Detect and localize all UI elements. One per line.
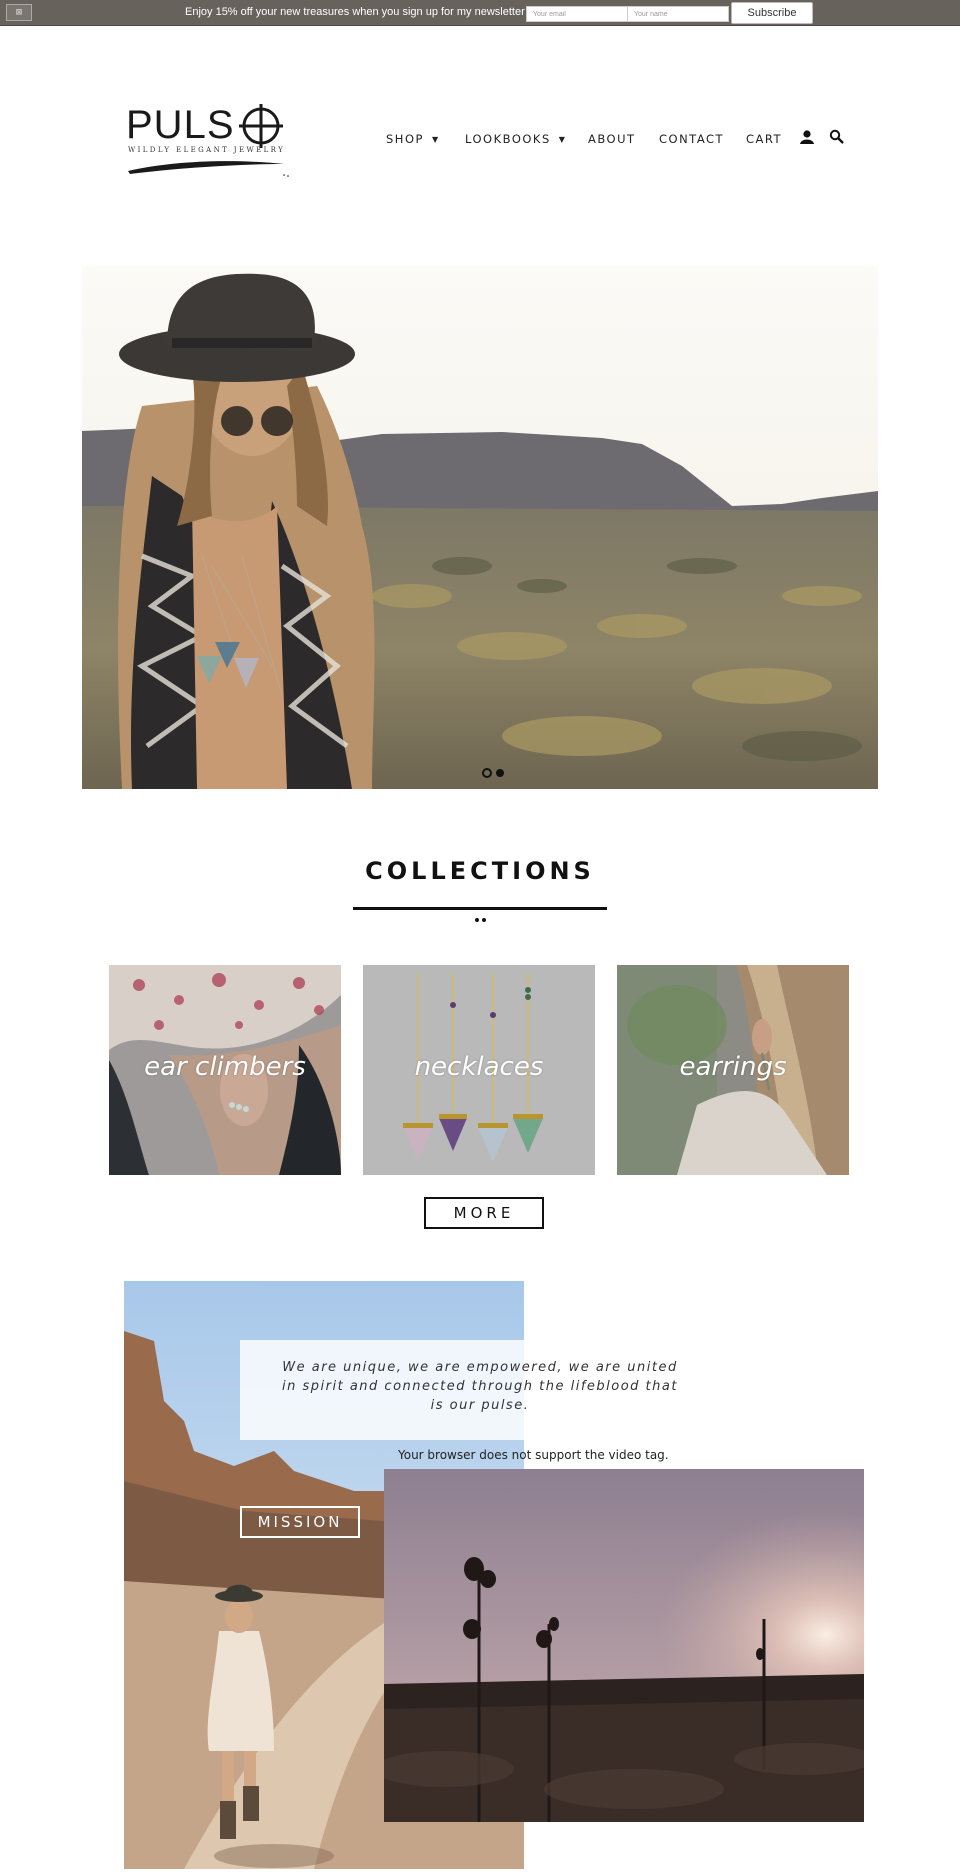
necklaces-label: necklaces <box>414 1052 544 1082</box>
sunset-video-poster[interactable] <box>384 1469 864 1822</box>
video-fallback-text: Your browser does not support the video … <box>398 1448 669 1462</box>
logo-tagline: WILDLY ELEGANT JEWELRY <box>128 146 286 154</box>
account-icon[interactable] <box>799 129 815 145</box>
mission-button[interactable]: MISSION <box>240 1506 360 1538</box>
hero-slideshow[interactable] <box>82 266 878 789</box>
collection-tile-earrings[interactable]: earrings <box>617 965 849 1175</box>
title-divider <box>353 907 607 910</box>
slide-dot-2[interactable] <box>496 769 504 777</box>
search-icon[interactable] <box>829 129 845 145</box>
chevron-down-icon: ▼ <box>431 135 440 144</box>
nav-about-label: ABOUT <box>588 132 636 146</box>
nav-about[interactable]: ABOUT <box>588 132 636 148</box>
nav-cart-label: CART <box>746 132 783 146</box>
nav-contact[interactable]: CONTACT <box>659 132 724 148</box>
nav-lookbooks[interactable]: LOOKBOOKS ▼ <box>465 132 566 148</box>
subscribe-button[interactable]: Subscribe <box>731 2 813 24</box>
sunset-image <box>384 1469 864 1822</box>
nav-contact-label: CONTACT <box>659 132 725 146</box>
more-collections-button[interactable]: MORE <box>424 1197 544 1229</box>
earrings-label: earrings <box>679 1052 787 1082</box>
logo-mark-icon <box>128 104 289 177</box>
collections-title: COLLECTIONS <box>365 857 595 885</box>
collection-tile-necklaces[interactable]: necklaces <box>363 965 595 1175</box>
slide-dot-1[interactable] <box>482 768 492 778</box>
newsletter-email-input[interactable] <box>526 6 628 22</box>
ear-climbers-label: ear climbers <box>144 1052 306 1082</box>
divider-dots <box>475 918 487 922</box>
nav-cart[interactable]: CART <box>746 132 782 148</box>
nav-lookbooks-label: LOOKBOOKS <box>465 132 551 146</box>
collection-tile-ear-climbers[interactable]: ear climbers <box>109 965 341 1175</box>
nav-shop[interactable]: SHOP ▼ <box>386 132 440 148</box>
newsletter-bar: ⊠ Enjoy 15% off your new treasures when … <box>0 0 960 26</box>
hero-image <box>82 266 878 789</box>
nav-shop-label: SHOP <box>386 132 424 146</box>
site-logo[interactable]: PULS WILDLY ELEGANT JEWELRY <box>126 104 290 178</box>
chevron-down-icon: ▼ <box>558 135 567 144</box>
newsletter-name-input[interactable] <box>627 6 729 22</box>
mission-quote: We are unique, we are empowered, we are … <box>282 1360 678 1413</box>
close-icon[interactable]: ⊠ <box>6 4 32 21</box>
newsletter-promo-text: Enjoy 15% off your new treasures when yo… <box>185 6 525 18</box>
